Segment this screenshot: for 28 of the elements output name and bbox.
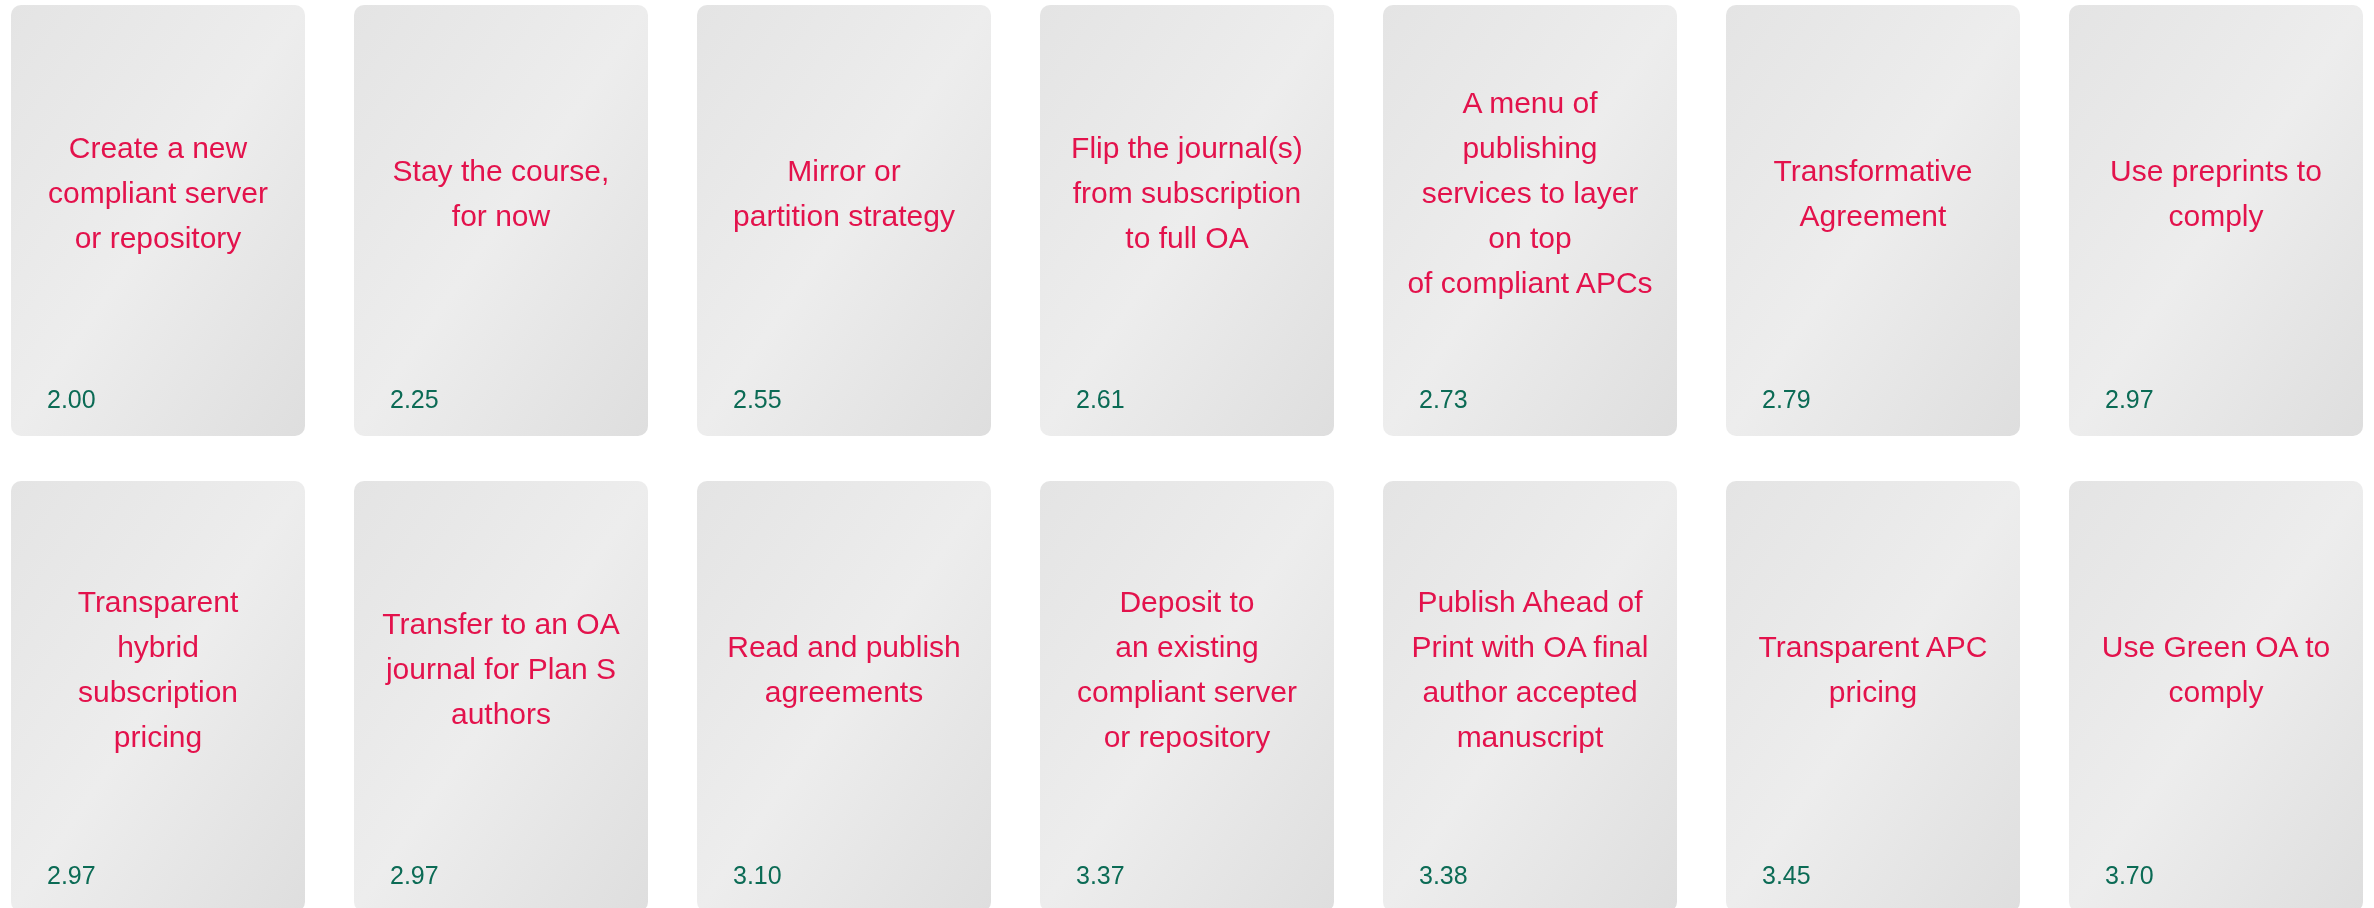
option-title: Publish Ahead of Print with OA final author accepted manuscript: [1411, 583, 1649, 755]
option-title: Use Green OA to comply: [2101, 628, 2331, 710]
option-title: Flip the journal(s) from subscription to full OA: [1071, 130, 1303, 257]
option-title: Use preprints to comply: [2110, 152, 2322, 234]
option-title: A menu of publishing services to layer on top of compliant APCs: [1407, 85, 1653, 302]
score: 2.61: [1076, 384, 1125, 413]
score: 2.97: [47, 860, 96, 889]
score: 2.97: [2105, 384, 2154, 413]
score: 2.73: [1419, 384, 1468, 413]
score: 2.55: [733, 384, 782, 413]
option-title: Deposit to an existing compliant server or repository: [1076, 583, 1298, 755]
score: 2.25: [390, 384, 439, 413]
option-title: Read and publish agreements: [727, 628, 961, 710]
option-title: Stay the course, for now: [392, 152, 610, 234]
option-title: Create a new compliant server or repository: [47, 130, 269, 257]
score: 3.10: [733, 860, 782, 889]
score: 3.37: [1076, 860, 1125, 889]
score: 2.00: [47, 384, 96, 413]
option-title: Transparent hybrid subscription pricing: [77, 583, 239, 755]
score: 3.38: [1419, 860, 1468, 889]
option-title: Mirror or partition strategy: [733, 152, 955, 234]
score: 2.79: [1762, 384, 1811, 413]
score: 2.97: [390, 860, 439, 889]
score: 3.70: [2105, 860, 2154, 889]
option-title: Transformative Agreement: [1773, 152, 1973, 234]
score: 3.45: [1762, 860, 1811, 889]
option-title: Transfer to an OA journal for Plan S authors: [382, 606, 620, 733]
option-title: Transparent APC pricing: [1758, 628, 1988, 710]
